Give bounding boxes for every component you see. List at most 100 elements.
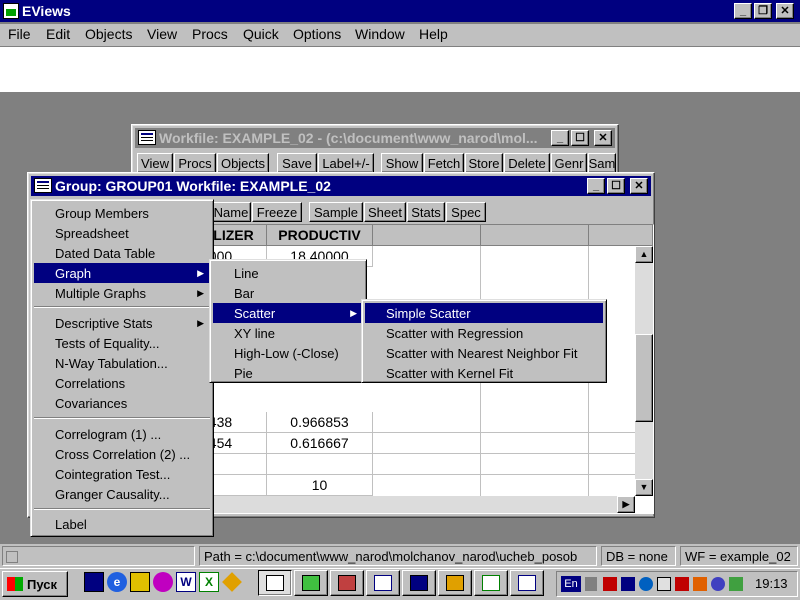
menu-item-correlations[interactable]: Correlations bbox=[34, 373, 210, 393]
table-cell[interactable]: 0.966853 bbox=[267, 412, 373, 433]
task-4[interactable] bbox=[366, 570, 400, 596]
volume-icon[interactable] bbox=[585, 577, 597, 591]
menu-item-xy-line[interactable]: XY line bbox=[213, 323, 363, 343]
media-icon[interactable] bbox=[153, 572, 173, 592]
excel-icon[interactable]: X bbox=[199, 572, 219, 592]
group-sheet-button[interactable]: Sheet bbox=[364, 202, 406, 222]
workfile-close-button[interactable]: ✕ bbox=[594, 130, 612, 146]
wf-delete-button[interactable]: Delete bbox=[504, 153, 550, 173]
column-header[interactable] bbox=[373, 225, 481, 246]
internet-explorer-icon[interactable]: e bbox=[107, 572, 127, 592]
task-eviews[interactable] bbox=[258, 570, 292, 596]
menu-item-n-way-tabulation[interactable]: N-Way Tabulation... bbox=[34, 353, 210, 373]
menu-item-group-members[interactable]: Group Members bbox=[34, 203, 210, 223]
menu-item-covariances[interactable]: Covariances bbox=[34, 393, 210, 413]
command-window[interactable] bbox=[0, 47, 800, 93]
program-icon[interactable] bbox=[130, 572, 150, 592]
workfile-titlebar[interactable]: Workfile: EXAMPLE_02 - (c:\document\www_… bbox=[135, 128, 615, 148]
wf-fetch-button[interactable]: Fetch bbox=[424, 153, 464, 173]
task-2[interactable] bbox=[294, 570, 328, 596]
table-cell[interactable]: 10 bbox=[267, 475, 373, 496]
menu-item-label[interactable]: Label bbox=[34, 514, 210, 534]
menu-item-multiple-graphs[interactable]: Multiple Graphs ▶ bbox=[34, 283, 210, 303]
start-button[interactable]: Пуск bbox=[2, 571, 68, 597]
task-5[interactable] bbox=[402, 570, 436, 596]
scroll-thumb[interactable] bbox=[635, 334, 653, 422]
group-titlebar[interactable]: Group: GROUP01 Workfile: EXAMPLE_02 bbox=[31, 176, 651, 196]
task-6[interactable] bbox=[438, 570, 472, 596]
menu-item-bar[interactable]: Bar bbox=[213, 283, 363, 303]
menu-item-simple-scatter[interactable]: Simple Scatter bbox=[365, 303, 603, 323]
menu-item-scatter[interactable]: Scatter ▶ bbox=[213, 303, 363, 323]
menu-item-cross-correlation[interactable]: Cross Correlation (2) ... bbox=[34, 444, 210, 464]
task-3[interactable] bbox=[330, 570, 364, 596]
task-7[interactable] bbox=[474, 570, 508, 596]
group-close-button[interactable]: ✕ bbox=[630, 178, 648, 194]
tray-icon[interactable] bbox=[675, 577, 689, 591]
group-freeze-button[interactable]: Freeze bbox=[252, 202, 302, 222]
menu-item-pie[interactable]: Pie bbox=[213, 363, 363, 383]
tray-icon[interactable] bbox=[639, 577, 653, 591]
menu-item-dated-data-table[interactable]: Dated Data Table bbox=[34, 243, 210, 263]
table-cell[interactable] bbox=[267, 454, 373, 475]
workfile-maximize-button[interactable]: ☐ bbox=[571, 130, 589, 146]
menu-view[interactable]: View bbox=[147, 24, 177, 44]
tray-icon[interactable] bbox=[657, 577, 671, 591]
app-close-button[interactable]: ✕ bbox=[776, 3, 794, 19]
app-minimize-button[interactable]: _ bbox=[734, 3, 752, 19]
word-icon[interactable]: W bbox=[176, 572, 196, 592]
menu-item-scatter-with-regression[interactable]: Scatter with Regression bbox=[365, 323, 603, 343]
column-header[interactable] bbox=[481, 225, 589, 246]
menu-help[interactable]: Help bbox=[419, 24, 448, 44]
menu-window[interactable]: Window bbox=[355, 24, 405, 44]
menu-objects[interactable]: Objects bbox=[85, 24, 132, 44]
group-stats-button[interactable]: Stats bbox=[407, 202, 445, 222]
horizontal-scrollbar[interactable]: ▶ bbox=[201, 496, 635, 513]
menu-item-spreadsheet[interactable]: Spreadsheet bbox=[34, 223, 210, 243]
vertical-scrollbar[interactable]: ▲ ▼ bbox=[635, 246, 653, 496]
group-maximize-button[interactable]: ☐ bbox=[607, 178, 625, 194]
tray-icon[interactable] bbox=[693, 577, 707, 591]
wf-genr-button[interactable]: Genr bbox=[551, 153, 587, 173]
wf-save-button[interactable]: Save bbox=[277, 153, 317, 173]
menu-item-tests-of-equality[interactable]: Tests of Equality... bbox=[34, 333, 210, 353]
wf-show-button[interactable]: Show bbox=[381, 153, 423, 173]
wf-view-button[interactable]: View bbox=[137, 153, 173, 173]
table-cell[interactable]: 0.616667 bbox=[267, 433, 373, 454]
scroll-down-button[interactable]: ▼ bbox=[635, 479, 653, 496]
menu-item-correlogram[interactable]: Correlogram (1) ... bbox=[34, 424, 210, 444]
menu-item-line[interactable]: Line bbox=[213, 263, 363, 283]
menu-file[interactable]: File bbox=[8, 24, 31, 44]
wf-label-button[interactable]: Label+/- bbox=[318, 153, 374, 173]
group-minimize-button[interactable]: _ bbox=[587, 178, 605, 194]
tray-icon[interactable] bbox=[729, 577, 743, 591]
menu-item-scatter-kernel-fit[interactable]: Scatter with Kernel Fit bbox=[365, 363, 603, 383]
app-titlebar[interactable]: EViews bbox=[0, 0, 800, 22]
scroll-right-button[interactable]: ▶ bbox=[617, 496, 635, 513]
wf-store-button[interactable]: Store bbox=[465, 153, 503, 173]
group-sample-button[interactable]: Sample bbox=[309, 202, 363, 222]
group-spec-button[interactable]: Spec bbox=[446, 202, 486, 222]
workfile-minimize-button[interactable]: _ bbox=[551, 130, 569, 146]
wf-procs-button[interactable]: Procs bbox=[174, 153, 216, 173]
menu-item-high-low-close[interactable]: High-Low (-Close) bbox=[213, 343, 363, 363]
menu-item-scatter-nearest-neighbor-fit[interactable]: Scatter with Nearest Neighbor Fit bbox=[365, 343, 603, 363]
tray-icon[interactable] bbox=[603, 577, 617, 591]
group-name-button[interactable]: Name bbox=[211, 202, 251, 222]
column-header[interactable] bbox=[589, 225, 653, 246]
menu-item-descriptive-stats[interactable]: Descriptive Stats ▶ bbox=[34, 313, 210, 333]
menu-edit[interactable]: Edit bbox=[46, 24, 70, 44]
wf-objects-button[interactable]: Objects bbox=[217, 153, 269, 173]
tray-icon[interactable] bbox=[711, 577, 725, 591]
menu-quick[interactable]: Quick bbox=[243, 24, 279, 44]
tray-icon[interactable] bbox=[621, 577, 635, 591]
menu-item-graph[interactable]: Graph ▶ bbox=[34, 263, 210, 283]
desktop-icon[interactable] bbox=[84, 572, 104, 592]
menu-procs[interactable]: Procs bbox=[192, 24, 228, 44]
language-indicator[interactable]: En bbox=[561, 576, 581, 592]
menu-item-cointegration-test[interactable]: Cointegration Test... bbox=[34, 464, 210, 484]
app-restore-button[interactable]: ❐ bbox=[754, 3, 772, 19]
menu-item-granger-causality[interactable]: Granger Causality... bbox=[34, 484, 210, 504]
wf-sample-button[interactable]: Sam bbox=[588, 153, 616, 173]
column-header[interactable]: PRODUCTIV bbox=[267, 225, 373, 246]
